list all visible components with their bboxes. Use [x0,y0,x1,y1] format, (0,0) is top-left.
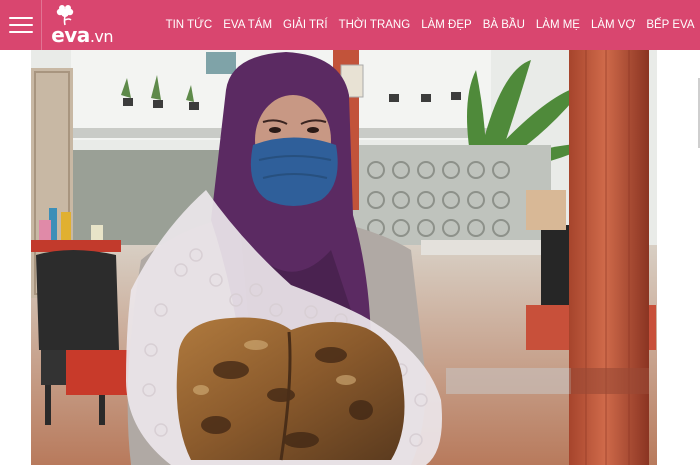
hamburger-menu-icon[interactable] [0,0,43,50]
nav-item-eva-tam[interactable]: EVA TÁM [218,0,278,50]
site-header: eva.vn TIN TỨC EVA TÁM GIẢI TRÍ THỜI TRA… [0,0,700,50]
nav-item-thoi-trang[interactable]: THỜI TRANG [333,0,416,50]
nav-item-lam-dep[interactable]: LÀM ĐẸP [416,0,478,50]
nav-item-giai-tri[interactable]: GIẢI TRÍ [278,0,334,50]
site-logo[interactable]: eva.vn [42,0,114,50]
nav-item-lam-me[interactable]: LÀM MẸ [530,0,585,50]
nav-item-tin-tuc[interactable]: TIN TỨC [160,0,218,50]
article-photo [31,50,657,465]
nav-item-lam-vo[interactable]: LÀM VỢ [585,0,640,50]
main-nav: TIN TỨC EVA TÁM GIẢI TRÍ THỜI TRANG LÀM … [160,0,700,50]
photo-woman-holding-ambergris [31,50,657,465]
nav-item-bep-eva[interactable]: BẾP EVA [641,0,700,50]
logo-wordmark: eva.vn [51,23,114,47]
page-margin-right [657,50,700,465]
nav-item-ba-bau[interactable]: BÀ BẦU [477,0,530,50]
